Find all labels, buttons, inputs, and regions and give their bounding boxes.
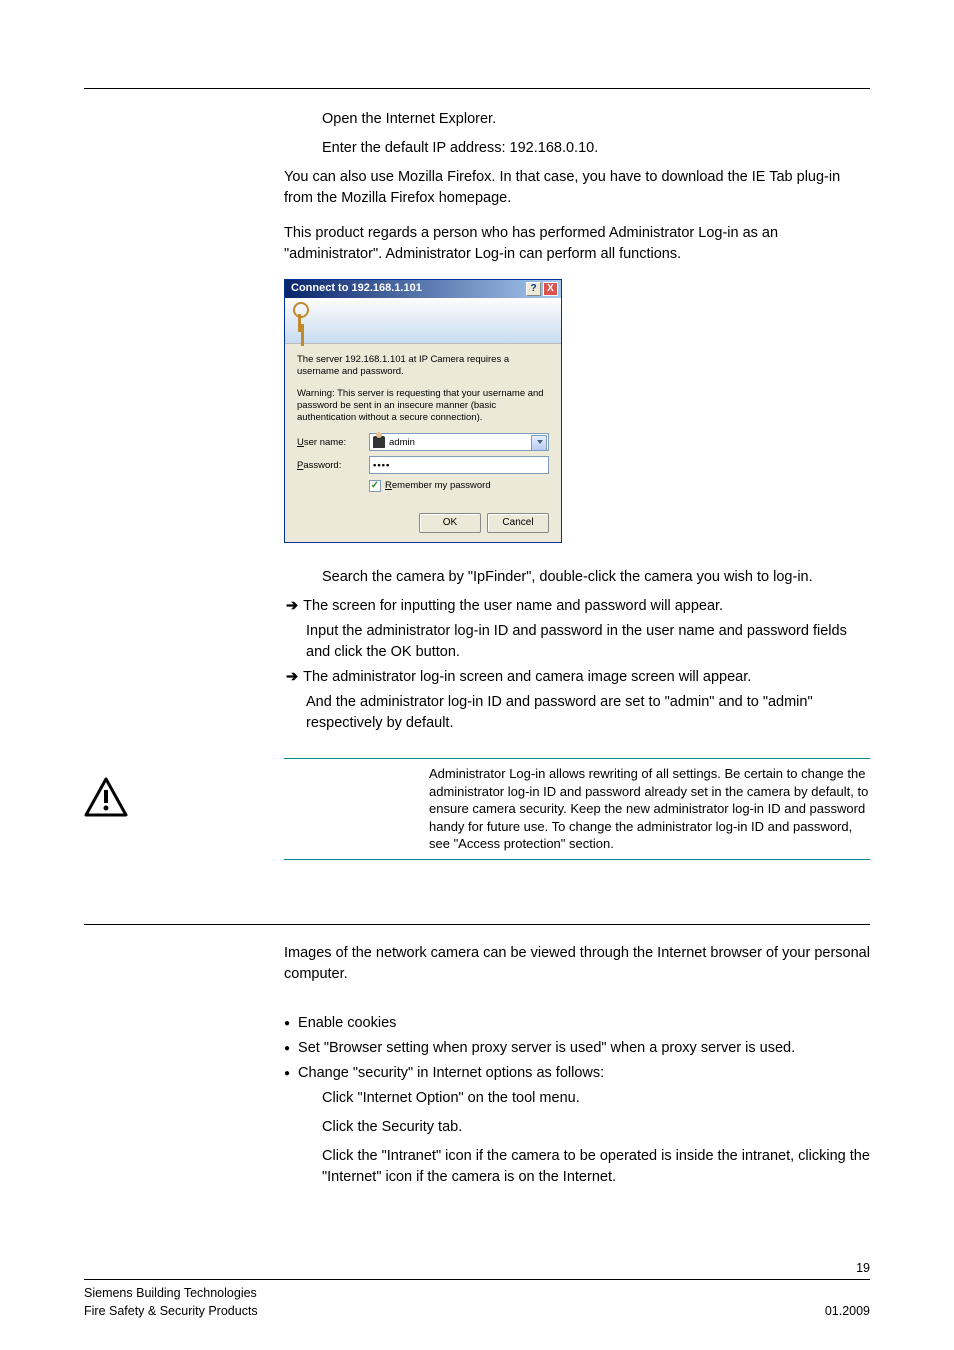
- section-divider: [84, 88, 870, 89]
- dialog-titlebar: Connect to 192.168.1.101 ? X: [285, 280, 561, 298]
- ok-button[interactable]: OK: [419, 513, 481, 533]
- warning-icon: [84, 777, 128, 817]
- result-input-screen: The screen for inputting the user name a…: [286, 596, 870, 617]
- password-field[interactable]: ••••: [369, 456, 549, 474]
- page-footer: 19 Siemens Building Technologies Fire Sa…: [84, 1259, 870, 1320]
- chevron-down-icon: [537, 440, 543, 444]
- footer-date: 01.2009: [825, 1302, 870, 1320]
- step-enter-ip: Enter the default IP address: 192.168.0.…: [322, 138, 870, 159]
- footer-division: Fire Safety & Security Products: [84, 1302, 258, 1320]
- warning-box: Administrator Log-in allows rewriting of…: [284, 758, 870, 860]
- warning-text: Administrator Log-in allows rewriting of…: [429, 765, 870, 853]
- dialog-warning-msg: Warning: This server is requesting that …: [297, 388, 549, 424]
- close-icon[interactable]: X: [543, 282, 558, 296]
- footer-company: Siemens Building Technologies: [84, 1284, 257, 1302]
- login-dialog: Connect to 192.168.1.101 ? X The server …: [284, 279, 562, 543]
- username-label: User name:: [297, 436, 369, 450]
- substep-intranet-icon: Click the "Intranet" icon if the camera …: [322, 1146, 870, 1188]
- bullet-proxy: Set "Browser setting when proxy server i…: [284, 1038, 870, 1059]
- substep-security-tab: Click the Security tab.: [322, 1117, 870, 1138]
- result-admin-screen: The administrator log-in screen and came…: [286, 667, 870, 688]
- step-open-ie: Open the Internet Explorer.: [322, 109, 870, 130]
- dialog-server-msg: The server 192.168.1.101 at IP Camera re…: [297, 354, 549, 378]
- section-divider-2: [84, 924, 870, 925]
- dialog-title-text: Connect to 192.168.1.101: [291, 281, 422, 297]
- intro-text: Images of the network camera can be view…: [284, 943, 870, 985]
- help-icon[interactable]: ?: [526, 282, 541, 296]
- cancel-button[interactable]: Cancel: [487, 513, 549, 533]
- remember-checkbox[interactable]: ✓: [369, 480, 381, 492]
- dialog-banner: [285, 298, 561, 344]
- password-label: Password:: [297, 459, 369, 473]
- user-icon: [373, 436, 385, 448]
- firefox-note: You can also use Mozilla Firefox. In tha…: [284, 167, 870, 209]
- admin-note: This product regards a person who has pe…: [284, 223, 870, 265]
- username-field[interactable]: admin: [369, 433, 549, 451]
- keys-icon: [291, 302, 319, 338]
- bullet-security: Change "security" in Internet options as…: [284, 1063, 870, 1084]
- input-admin-step: Input the administrator log-in ID and pa…: [306, 621, 870, 663]
- page-number: 19: [84, 1259, 870, 1277]
- search-ipfinder: Search the camera by "IpFinder", double-…: [322, 567, 870, 588]
- remember-label: Remember my password: [385, 479, 491, 493]
- substep-internet-option: Click "Internet Option" on the tool menu…: [322, 1088, 870, 1109]
- bullet-cookies: Enable cookies: [284, 1013, 870, 1034]
- default-creds-note: And the administrator log-in ID and pass…: [306, 692, 870, 734]
